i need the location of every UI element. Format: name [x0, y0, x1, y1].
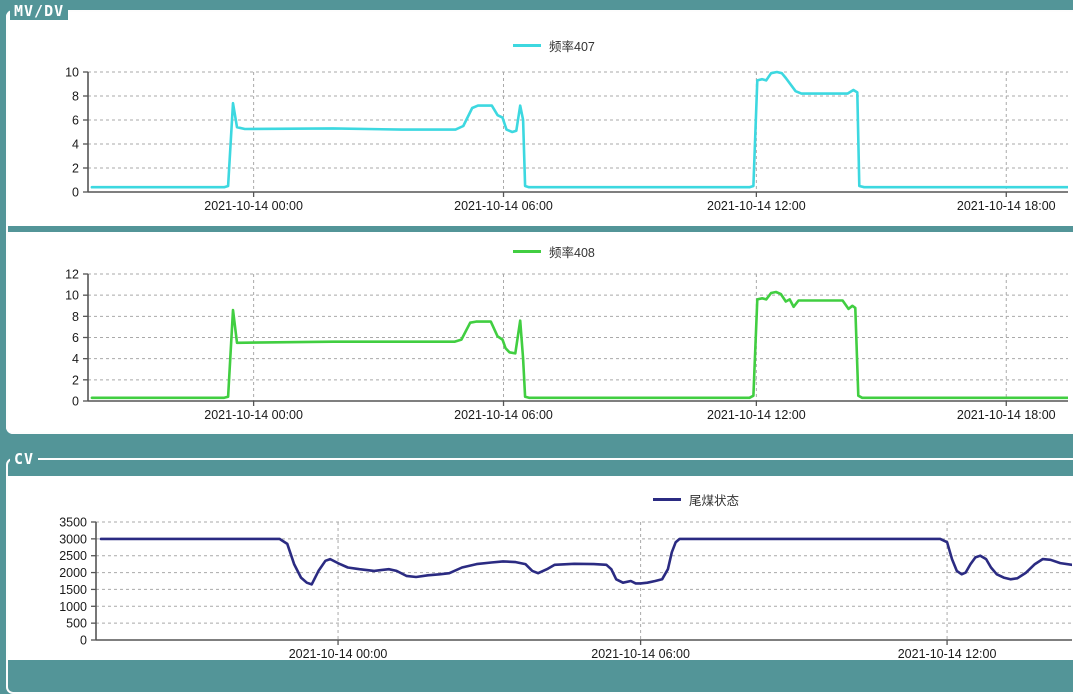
legend-label: 频率407 — [549, 36, 595, 55]
svg-text:2021-10-14 12:00: 2021-10-14 12:00 — [898, 647, 997, 660]
cv-chart-panel: 尾煤状态 0 500 1000 1500 2000 2500 3000 3500 2021-10… — [8, 476, 1073, 660]
svg-text:2000: 2000 — [59, 566, 87, 580]
chart-canvas-tailcoal: 0 500 1000 1500 2000 2500 3000 3500 2021-10-14 0… — [8, 476, 1072, 660]
svg-text:2021-10-14 00:00: 2021-10-14 00:00 — [289, 647, 388, 660]
svg-text:2021-10-14 12:00: 2021-10-14 12:00 — [707, 199, 806, 213]
svg-text:12: 12 — [65, 268, 79, 282]
svg-text:2021-10-14 06:00: 2021-10-14 06:00 — [454, 408, 553, 422]
svg-text:1000: 1000 — [59, 600, 87, 614]
legend-label: 频率408 — [549, 242, 595, 261]
svg-text:1500: 1500 — [59, 583, 87, 597]
mvdv-section-label: MV/DV — [10, 2, 68, 20]
svg-text:4: 4 — [72, 352, 79, 366]
svg-text:3000: 3000 — [59, 532, 87, 546]
legend-line-icon — [653, 498, 681, 501]
svg-text:6: 6 — [72, 114, 79, 128]
svg-text:8: 8 — [72, 310, 79, 324]
svg-text:2500: 2500 — [59, 549, 87, 563]
svg-text:2: 2 — [72, 373, 79, 387]
svg-text:2021-10-14 18:00: 2021-10-14 18:00 — [957, 408, 1056, 422]
svg-text:10: 10 — [65, 66, 79, 80]
legend-line-icon — [513, 44, 541, 47]
legend-label: 尾煤状态 — [689, 490, 739, 509]
svg-text:2021-10-14 06:00: 2021-10-14 06:00 — [591, 647, 690, 660]
monitoring-page: { "sections": [ { "label": "MV/DV" }, { … — [0, 0, 1073, 672]
svg-text:4: 4 — [72, 138, 79, 152]
svg-text:2021-10-14 00:00: 2021-10-14 00:00 — [204, 408, 303, 422]
legend-freq407: 频率407 — [513, 36, 595, 55]
svg-text:2021-10-14 18:00: 2021-10-14 18:00 — [957, 199, 1056, 213]
svg-text:8: 8 — [72, 90, 79, 104]
chart-freq408: 频率408 0 2 4 6 8 10 12 2021-10-14 00:00 2021-10-1… — [8, 232, 1073, 432]
cv-section: CV 尾煤状态 0 500 1000 1500 2000 2500 3000 3500 2021… — [6, 450, 1073, 694]
svg-text:3500: 3500 — [59, 516, 87, 530]
svg-text:0: 0 — [72, 395, 79, 409]
svg-text:6: 6 — [72, 331, 79, 345]
chart-canvas-freq408: 0 2 4 6 8 10 12 2021-10-14 00:00 2021-10-14 06:0… — [8, 232, 1068, 432]
chart-freq407: 频率407 0 2 4 6 8 10 2021-10-14 00:00 2021-10-14 … — [8, 20, 1073, 226]
svg-text:2: 2 — [72, 162, 79, 176]
legend-line-icon — [513, 250, 541, 253]
svg-text:2021-10-14 00:00: 2021-10-14 00:00 — [204, 199, 303, 213]
chart-tailcoal-status: 尾煤状态 0 500 1000 1500 2000 2500 3000 3500 2021-10… — [8, 476, 1073, 660]
legend-freq408: 频率408 — [513, 242, 595, 261]
cv-section-label: CV — [10, 450, 38, 468]
legend-tailcoal-status: 尾煤状态 — [653, 490, 739, 509]
svg-text:0: 0 — [72, 186, 79, 200]
svg-text:2021-10-14 06:00: 2021-10-14 06:00 — [454, 199, 553, 213]
svg-text:10: 10 — [65, 289, 79, 303]
svg-text:500: 500 — [66, 617, 87, 631]
svg-text:2021-10-14 12:00: 2021-10-14 12:00 — [707, 408, 806, 422]
svg-text:0: 0 — [80, 634, 87, 648]
mvdv-section: MV/DV 频率407 0 2 4 6 8 10 2021-10-14 00:00 2021-… — [6, 2, 1073, 434]
